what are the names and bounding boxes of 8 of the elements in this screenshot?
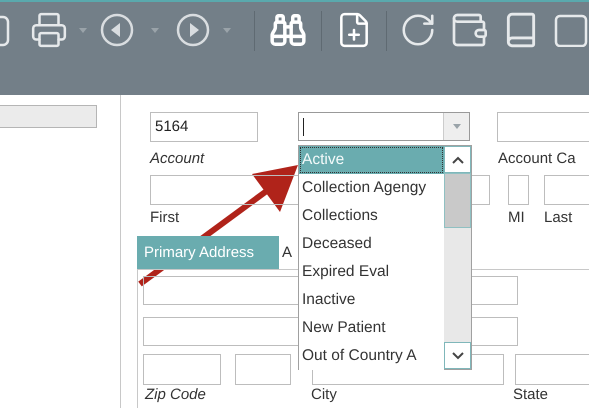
field-label: Zip Code — [145, 386, 206, 402]
field-label: First — [150, 209, 180, 226]
field-label: Last — [544, 209, 572, 226]
field-label: State — [513, 386, 548, 402]
field-label: City — [311, 386, 337, 402]
field-label: MI — [508, 209, 525, 226]
field-label: Account — [150, 150, 204, 166]
field-label: Account Ca — [498, 150, 576, 166]
